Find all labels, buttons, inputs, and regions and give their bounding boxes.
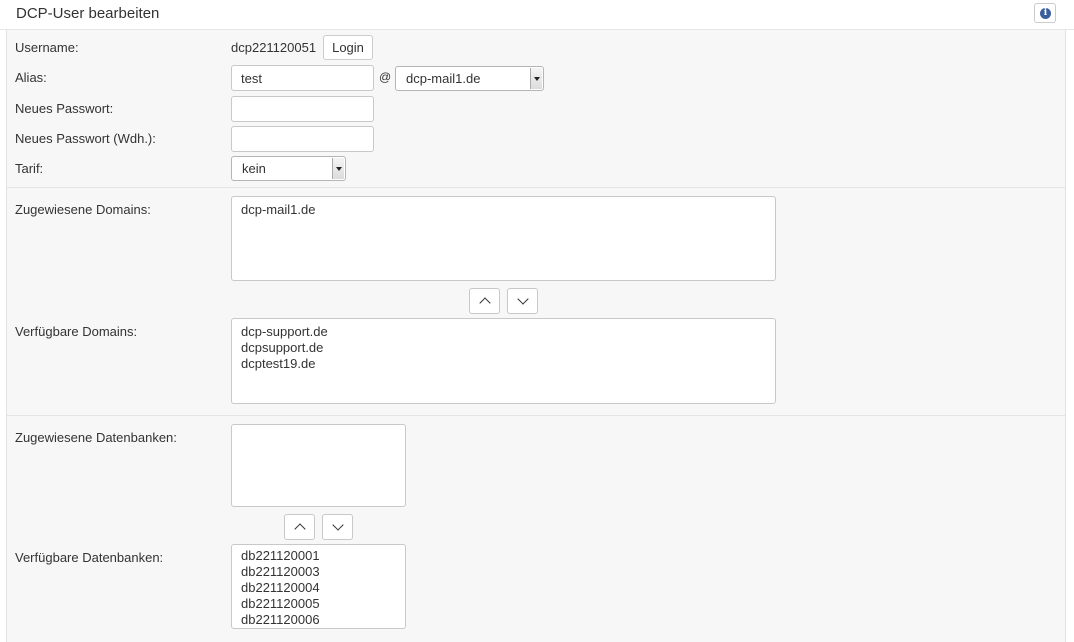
dropdown-arrow-icon [332, 158, 344, 179]
new-password-repeat-input[interactable] [231, 126, 374, 152]
available-domains-list[interactable]: dcp-support.de dcpsupport.de dcptest19.d… [231, 318, 776, 404]
alias-at-sign: @ [379, 70, 392, 84]
list-item[interactable]: db221120005 [241, 596, 396, 612]
chevron-up-icon [294, 523, 306, 535]
assigned-domains-label: Zugewiesene Domains: [15, 202, 151, 217]
move-domain-down-button[interactable] [507, 288, 538, 314]
list-item[interactable]: dcp-mail1.de [241, 202, 766, 218]
list-item[interactable]: db221120001 [241, 548, 396, 564]
alias-domain-selected: dcp-mail1.de [406, 71, 481, 86]
new-password-label: Neues Passwort: [15, 101, 114, 116]
tarif-select[interactable]: kein [231, 156, 346, 181]
available-domains-label: Verfügbare Domains: [15, 324, 138, 339]
chevron-down-icon [517, 293, 529, 305]
page-title: DCP-User bearbeiten [16, 5, 160, 22]
info-icon: i [1040, 8, 1051, 19]
assigned-databases-list[interactable] [231, 424, 406, 507]
chevron-up-icon [479, 297, 491, 309]
list-item[interactable]: dcpsupport.de [241, 340, 766, 356]
assigned-domains-list[interactable]: dcp-mail1.de [231, 196, 776, 281]
alias-label: Alias: [15, 70, 47, 85]
dropdown-arrow-icon [530, 68, 542, 89]
alias-input[interactable] [231, 65, 374, 91]
chevron-down-icon [332, 519, 344, 531]
section-divider [6, 187, 1066, 188]
section-divider [6, 415, 1066, 416]
username-label: Username: [15, 40, 79, 55]
list-item[interactable]: dcp-support.de [241, 324, 766, 340]
list-item[interactable]: db221120007 [241, 628, 396, 629]
login-button[interactable]: Login [323, 35, 373, 60]
available-databases-list[interactable]: db221120001 db221120003 db221120004 db22… [231, 544, 406, 629]
tarif-selected: kein [242, 161, 266, 176]
new-password-input[interactable] [231, 96, 374, 122]
tarif-label: Tarif: [15, 161, 44, 176]
assigned-databases-label: Zugewiesene Datenbanken: [15, 430, 177, 445]
list-item[interactable]: db221120004 [241, 580, 396, 596]
move-domain-up-button[interactable] [469, 288, 500, 314]
info-button[interactable]: i [1034, 3, 1056, 23]
panel-header: DCP-User bearbeiten i [0, 0, 1074, 30]
list-item[interactable]: db221120006 [241, 612, 396, 628]
list-item[interactable]: db221120003 [241, 564, 396, 580]
username-value: dcp221120051 [231, 40, 317, 55]
available-databases-label: Verfügbare Datenbanken: [15, 550, 164, 565]
list-item[interactable]: dcptest19.de [241, 356, 766, 372]
new-password-repeat-label: Neues Passwort (Wdh.): [15, 131, 156, 146]
alias-domain-select[interactable]: dcp-mail1.de [395, 66, 544, 91]
move-database-down-button[interactable] [322, 514, 353, 540]
move-database-up-button[interactable] [284, 514, 315, 540]
